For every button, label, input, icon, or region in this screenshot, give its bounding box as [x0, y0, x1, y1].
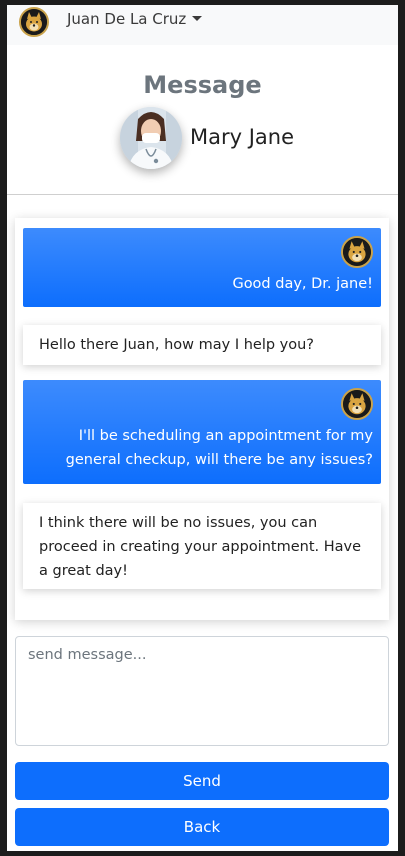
doge-avatar-icon [341, 388, 373, 420]
conversation-header: Message Mary Jane [7, 59, 398, 195]
user-name: Juan De La Cruz [67, 10, 187, 28]
message-input[interactable] [15, 636, 389, 746]
message-text: I'll be scheduling an appointment for my… [65, 428, 373, 468]
contact-name: Mary Jane [190, 125, 295, 149]
app-frame: Juan De La Cruz Message Mary Jane Good d… [7, 5, 398, 851]
message-text: I think there will be no issues, you can… [39, 515, 362, 579]
chat-window: Good day, Dr. jane! Hello there Juan, ho… [15, 218, 389, 620]
contact-avatar [120, 107, 182, 169]
incoming-message: I think there will be no issues, you can… [23, 503, 381, 589]
doge-avatar-icon [19, 7, 49, 37]
navbar: Juan De La Cruz [7, 5, 398, 45]
incoming-message: Hello there Juan, how may I help you? [23, 325, 381, 365]
outgoing-message: Good day, Dr. jane! [23, 228, 381, 307]
page-title: Message [143, 71, 262, 99]
caret-down-icon [192, 16, 203, 21]
back-button[interactable]: Back [15, 808, 389, 846]
message-text: Hello there Juan, how may I help you? [39, 337, 314, 353]
message-text: Good day, Dr. jane! [232, 276, 373, 292]
outgoing-message: I'll be scheduling an appointment for my… [23, 380, 381, 484]
send-button[interactable]: Send [15, 762, 389, 800]
user-menu-dropdown[interactable]: Juan De La Cruz [67, 10, 203, 28]
doge-avatar-icon [341, 236, 373, 268]
